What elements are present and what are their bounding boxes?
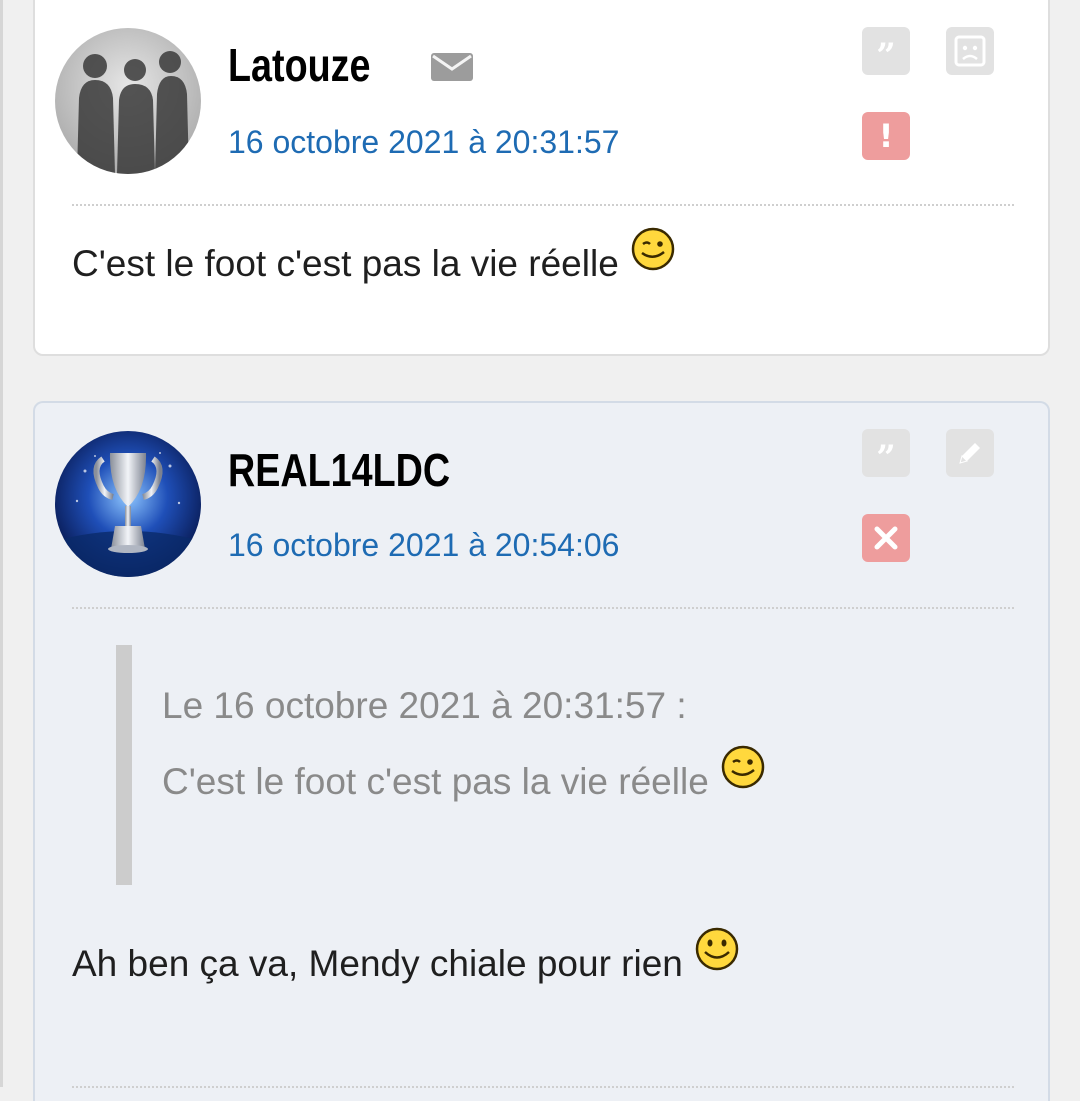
forum-post: Latouze 16 octobre 2021 à 20:31:57 ” ! C… <box>33 0 1050 356</box>
username[interactable]: REAL14LDC <box>228 443 450 497</box>
post-message: C'est le foot c'est pas la vie réelle <box>72 227 677 292</box>
post-date-link[interactable]: 16 octobre 2021 à 20:54:06 <box>228 527 619 564</box>
quote-header: Le 16 octobre 2021 à 20:31:57 : <box>162 685 687 726</box>
page-left-edge <box>0 0 3 1087</box>
message-text: Ah ben ça va, Mendy chiale pour rien <box>72 942 683 984</box>
quote-message: C'est le foot c'est pas la vie réelle <box>162 760 709 802</box>
delete-button[interactable] <box>862 514 910 562</box>
sad-face-icon <box>954 35 986 67</box>
quote-icon: ” <box>876 438 896 478</box>
edit-button[interactable] <box>946 429 994 477</box>
post-divider <box>72 204 1014 206</box>
quote-button[interactable]: ” <box>862 27 910 75</box>
dislike-button[interactable] <box>946 27 994 75</box>
quote-text: C'est le foot c'est pas la vie réelle <box>162 745 767 810</box>
quote-button[interactable]: ” <box>862 429 910 477</box>
username[interactable]: Latouze <box>228 38 371 92</box>
message-text: C'est le foot c'est pas la vie réelle <box>72 242 619 284</box>
smile-smiley-icon <box>693 925 741 982</box>
quote-icon: ” <box>876 36 896 76</box>
delete-x-icon <box>874 526 898 550</box>
edit-pencil-icon <box>959 443 980 464</box>
post-date-link[interactable]: 16 octobre 2021 à 20:31:57 <box>228 124 619 161</box>
post-message: Ah ben ça va, Mendy chiale pour rien <box>72 927 741 992</box>
wink-smiley-icon <box>719 743 767 800</box>
quote-block: Le 16 octobre 2021 à 20:31:57 : C'est le… <box>116 645 976 885</box>
post-footer-divider <box>72 1086 1014 1088</box>
wink-smiley-icon <box>629 225 677 282</box>
avatar[interactable] <box>55 28 201 174</box>
alert-exclamation-icon: ! <box>878 117 894 155</box>
post-divider <box>72 607 1014 609</box>
avatar[interactable] <box>55 431 201 577</box>
report-button[interactable]: ! <box>862 112 910 160</box>
forum-post-own: REAL14LDC 16 octobre 2021 à 20:54:06 ” L… <box>33 401 1050 1101</box>
envelope-icon[interactable] <box>431 53 473 81</box>
